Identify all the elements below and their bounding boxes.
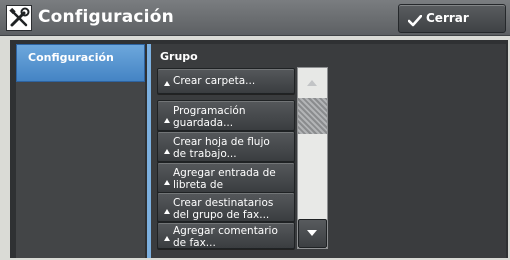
- scroll-down-button[interactable]: [298, 219, 327, 248]
- triangle-up-icon: [164, 118, 170, 123]
- add-address-book-entry-button[interactable]: Agregar entrada de libreta de direccione…: [157, 162, 295, 203]
- sidebar-item-label: Configuración: [28, 51, 114, 64]
- triangle-up-icon: [164, 236, 170, 241]
- scroll-thumb[interactable]: [298, 98, 327, 134]
- triangle-up-icon: [164, 149, 170, 154]
- close-button-label: Cerrar: [426, 11, 469, 25]
- title-bar: Configuración Cerrar: [0, 0, 510, 36]
- arrow-up-icon: [307, 80, 317, 86]
- triangle-up-icon: [164, 209, 170, 214]
- button-label: Agregar comentario de fax...: [173, 225, 278, 249]
- tools-icon: [6, 5, 32, 31]
- sidebar: [16, 82, 145, 258]
- triangle-up-icon: [164, 180, 170, 185]
- scroll-up-button[interactable]: [298, 68, 327, 97]
- section-label: Grupo: [160, 50, 198, 63]
- create-fax-group-recipients-button[interactable]: Crear destinatarios del grupo de fax...: [157, 192, 295, 222]
- arrow-down-icon: [307, 230, 317, 236]
- button-label: Crear destinatarios del grupo de fax...: [173, 197, 274, 221]
- button-label: Crear carpeta...: [173, 75, 256, 87]
- page-title: Configuración: [38, 7, 174, 27]
- button-label: Crear hoja de flujo de trabajo...: [173, 136, 270, 160]
- close-button[interactable]: Cerrar: [398, 4, 506, 33]
- checkmark-icon: [407, 12, 423, 31]
- add-fax-comment-button[interactable]: Agregar comentario de fax...: [157, 222, 295, 249]
- stored-programming-button[interactable]: Programación guardada...: [157, 100, 295, 131]
- create-job-flow-sheet-button[interactable]: Crear hoja de flujo de trabajo...: [157, 131, 295, 162]
- create-folder-button[interactable]: Crear carpeta...: [157, 68, 295, 94]
- button-label: Programación guardada...: [173, 105, 246, 129]
- triangle-up-icon: [164, 81, 170, 86]
- sidebar-item-configuracion[interactable]: Configuración: [16, 44, 145, 82]
